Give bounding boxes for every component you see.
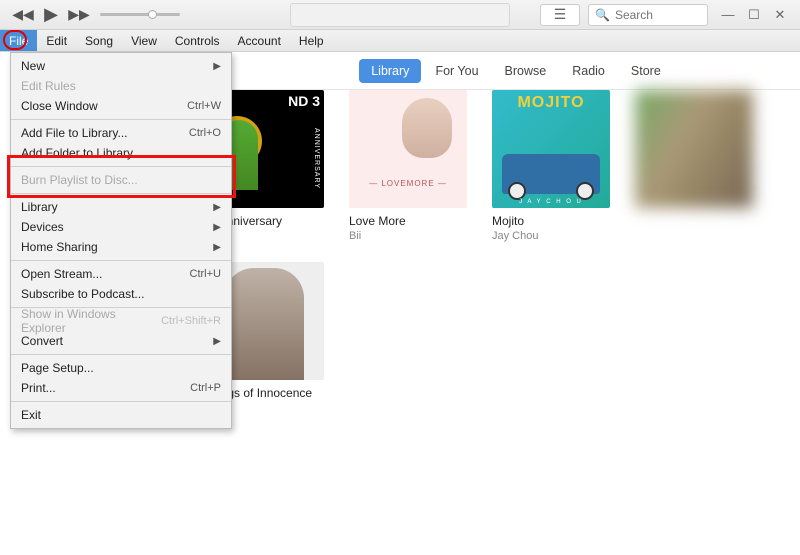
menu-item-label: Edit Rules	[21, 79, 76, 93]
file-dropdown: New ▶ Edit Rules Close Window Ctrl+W Add File…	[10, 52, 232, 429]
next-button[interactable]: ▶▶	[66, 3, 92, 27]
menu-item-label: Burn Playlist to Disc...	[21, 173, 138, 187]
menu-separator	[11, 260, 231, 261]
menu-file[interactable]: File	[0, 30, 37, 51]
menu-item-label: Home Sharing	[21, 240, 98, 254]
album-cover[interactable]: MOJITO J A Y C H O U	[492, 90, 610, 208]
search-icon: 🔍	[595, 8, 610, 22]
menu-item-label: Exit	[21, 408, 41, 422]
menu-item-add-file-to-library[interactable]: Add File to Library... Ctrl+O	[11, 123, 231, 143]
menu-item-home-sharing[interactable]: Home Sharing ▶	[11, 237, 231, 257]
menu-item-burn-playlist-to-disc: Burn Playlist to Disc...	[11, 170, 231, 190]
nav-store[interactable]: Store	[619, 59, 673, 83]
menu-song[interactable]: Song	[76, 30, 122, 51]
menu-item-edit-rules: Edit Rules	[11, 76, 231, 96]
menu-item-library[interactable]: Library ▶	[11, 197, 231, 217]
menu-item-label: Show in Windows Explorer	[21, 307, 161, 335]
menu-item-print[interactable]: Print... Ctrl+P	[11, 378, 231, 398]
menu-view[interactable]: View	[122, 30, 166, 51]
search-field[interactable]: 🔍	[588, 4, 708, 26]
chevron-right-icon: ▶	[213, 61, 221, 72]
album-item[interactable]: — LOVEMORE — Love More Bii	[349, 90, 471, 242]
nav-radio[interactable]: Radio	[560, 59, 617, 83]
menu-edit[interactable]: Edit	[37, 30, 76, 51]
album-item[interactable]	[635, 90, 757, 214]
play-button[interactable]: ▶	[38, 3, 64, 27]
menu-account[interactable]: Account	[229, 30, 290, 51]
menu-item-shortcut: Ctrl+W	[187, 100, 221, 112]
chevron-right-icon: ▶	[213, 336, 221, 347]
menu-help[interactable]: Help	[290, 30, 333, 51]
menu-item-label: Close Window	[21, 99, 98, 113]
prev-button[interactable]: ◀◀	[10, 3, 36, 27]
menu-item-open-stream[interactable]: Open Stream... Ctrl+U	[11, 264, 231, 284]
album-item[interactable]: MOJITO J A Y C H O U Mojito Jay Chou	[492, 90, 614, 242]
menu-item-close-window[interactable]: Close Window Ctrl+W	[11, 96, 231, 116]
menu-item-new[interactable]: New ▶	[11, 56, 231, 76]
list-view-button[interactable]: ☰	[540, 4, 580, 26]
cover-subtext: ANNIVERSARY	[313, 128, 320, 189]
menu-item-shortcut: Ctrl+P	[190, 382, 221, 394]
now-playing-lcd	[290, 3, 510, 27]
minimize-button[interactable]: —	[716, 6, 740, 24]
menubar: File Edit Song View Controls Account Hel…	[0, 30, 800, 52]
menu-separator	[11, 193, 231, 194]
menu-separator	[11, 119, 231, 120]
menu-controls[interactable]: Controls	[166, 30, 229, 51]
menu-item-label: New	[21, 59, 45, 73]
chevron-right-icon: ▶	[213, 222, 221, 233]
menu-item-label: Open Stream...	[21, 267, 102, 281]
menu-item-label: Add File to Library...	[21, 126, 128, 140]
menu-item-devices[interactable]: Devices ▶	[11, 217, 231, 237]
menu-item-shortcut: Ctrl+U	[190, 268, 221, 280]
cover-text: MOJITO	[492, 94, 610, 112]
chevron-right-icon: ▶	[213, 242, 221, 253]
maximize-button[interactable]: ☐	[742, 6, 766, 24]
menu-item-label: Convert	[21, 334, 63, 348]
album-title: Love More	[349, 214, 471, 228]
menu-separator	[11, 401, 231, 402]
menu-item-label: Page Setup...	[21, 361, 94, 375]
menu-item-shortcut: Ctrl+O	[189, 127, 221, 139]
menu-item-subscribe-to-podcast[interactable]: Subscribe to Podcast...	[11, 284, 231, 304]
playback-controls: ◀◀ ▶ ▶▶	[0, 3, 180, 27]
nav-library[interactable]: Library	[359, 59, 421, 83]
titlebar: ◀◀ ▶ ▶▶ ☰ 🔍 — ☐ ✕	[0, 0, 800, 30]
album-cover[interactable]	[635, 90, 753, 208]
menu-separator	[11, 166, 231, 167]
chevron-right-icon: ▶	[213, 202, 221, 213]
nav-for-you[interactable]: For You	[423, 59, 490, 83]
cover-text: ND 3	[288, 94, 320, 109]
menu-item-show-in-windows-explorer: Show in Windows ExplorerCtrl+Shift+R	[11, 311, 231, 331]
section-nav: Library For You Browse Radio Store	[232, 52, 800, 90]
album-title: Mojito	[492, 214, 614, 228]
menu-separator	[11, 354, 231, 355]
nav-browse[interactable]: Browse	[493, 59, 559, 83]
menu-item-page-setup[interactable]: Page Setup...	[11, 358, 231, 378]
menu-item-shortcut: Ctrl+Shift+R	[161, 315, 221, 327]
album-artist: Jay Chou	[492, 230, 614, 242]
menu-item-label: Library	[21, 200, 58, 214]
volume-slider[interactable]	[100, 13, 180, 16]
album-cover[interactable]: — LOVEMORE —	[349, 90, 467, 208]
menu-item-exit[interactable]: Exit	[11, 405, 231, 425]
menu-item-label: Add Folder to Library...	[21, 146, 142, 160]
menu-item-label: Subscribe to Podcast...	[21, 287, 144, 301]
menu-item-label: Devices	[21, 220, 64, 234]
menu-item-add-folder-to-library[interactable]: Add Folder to Library...	[11, 143, 231, 163]
cover-text: — LOVEMORE —	[349, 179, 467, 188]
menu-item-label: Print...	[21, 381, 56, 395]
album-artist: Bii	[349, 230, 471, 242]
close-button[interactable]: ✕	[768, 6, 792, 24]
cover-subtext: J A Y C H O U	[492, 199, 610, 205]
